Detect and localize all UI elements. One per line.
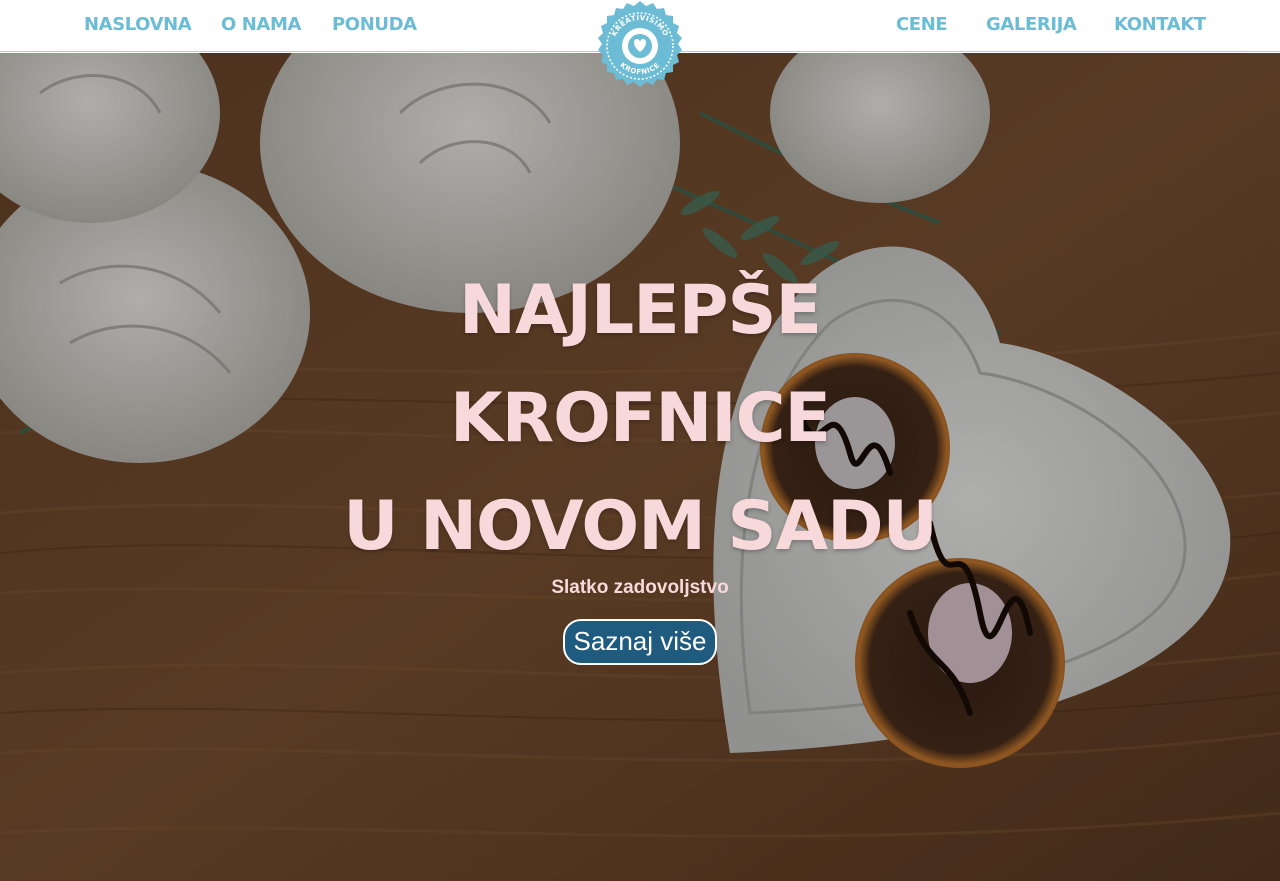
hero-title-line-1: NAJLEPŠE KROFNICE: [450, 271, 831, 458]
learn-more-button[interactable]: Saznaj više: [562, 619, 718, 665]
nav-link-ponuda[interactable]: PONUDA: [332, 14, 417, 35]
nav-link-galerija[interactable]: GALERIJA: [986, 14, 1077, 35]
hero-title-line-2: U NOVOM SADU: [343, 487, 938, 566]
brand-logo[interactable]: KREATIVISIMO KROFNICE: [594, 0, 686, 92]
hero-subtitle: Slatko zadovoljstvo: [551, 577, 729, 598]
nav-link-naslovna[interactable]: NASLOVNA: [84, 14, 192, 35]
hero-content: NAJLEPŠE KROFNICE U NOVOM SADU Slatko za…: [0, 257, 1280, 665]
nav-link-cene[interactable]: CENE: [896, 14, 948, 35]
nav-link-kontakt[interactable]: KONTAKT: [1114, 14, 1206, 35]
nav-link-o-nama[interactable]: O NAMA: [221, 14, 301, 35]
hero-title: NAJLEPŠE KROFNICE U NOVOM SADU: [260, 257, 1020, 581]
